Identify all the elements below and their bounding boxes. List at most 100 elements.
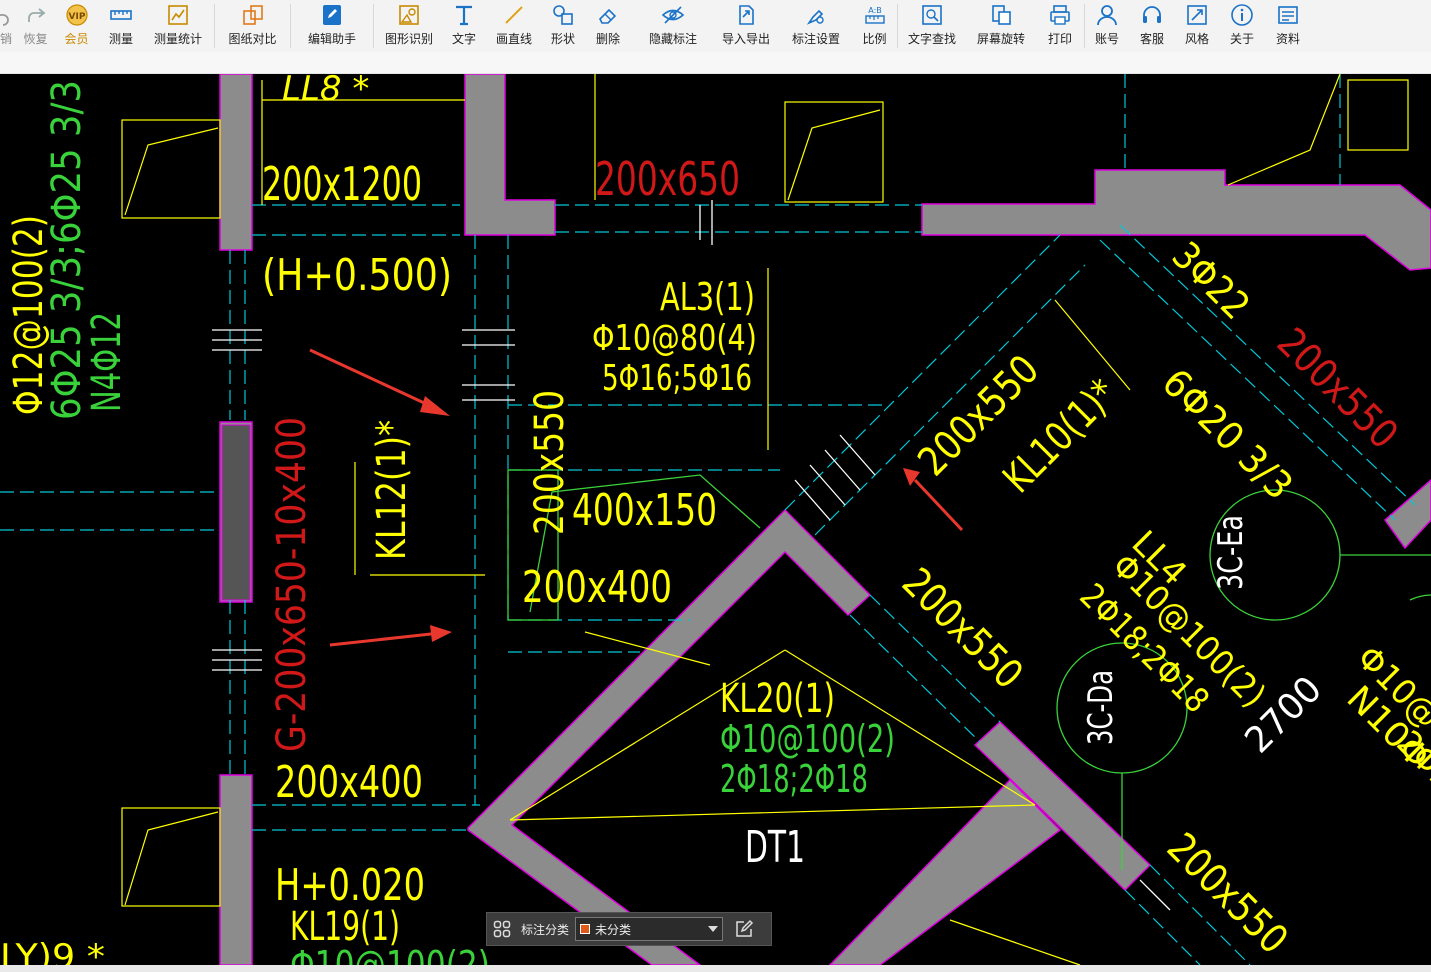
toolbar-service-button[interactable]: 客服 [1129,0,1175,52]
scale-icon: A:B [863,3,887,27]
toolbar-shape-recog-button[interactable]: 图形识别 [374,0,444,52]
toolbar-label: 隐藏标注 [648,32,697,46]
toolbar-text-button[interactable]: 文字 [444,0,484,52]
toolbar-label: 资料 [1275,32,1300,46]
toolbar-label: 形状 [550,32,575,46]
red-arrow-head [420,396,450,416]
label-n4: N4Φ12 [84,312,130,412]
toolbar-vip-button[interactable]: VIP 会员 [53,0,100,52]
wall [464,74,556,236]
toolbar-rotate-button[interactable]: 屏幕旋转 [966,0,1036,52]
label-kl20-stirrup: Φ10@100(2) [720,717,895,761]
toolbar-label: 会员 [64,32,89,46]
label-200x550-vertical: 200x550 [527,390,573,535]
toolbar-redo-button[interactable]: 恢复 [18,0,53,52]
shape-icon [551,3,575,27]
toolbar-label: 比例 [862,32,887,46]
opening-box [121,807,221,907]
label-elevation-h0500: (H+0.500) [262,250,452,301]
label-kl12: KL12(1)* [369,420,415,560]
toolbar-mark-settings-button[interactable]: 标注设置 [780,0,852,52]
bottom-edge [0,965,1431,972]
toolbar-label: 账号 [1094,32,1119,46]
opening-box [784,101,884,203]
label-6phi20: 6Φ20 3/3 [1154,360,1302,508]
toolbar-label: 测量 [108,32,133,46]
eraser-icon [596,3,620,27]
toolbar-label: 恢复 [23,32,48,46]
export-icon [734,3,758,27]
toolbar-label: 测量统计 [153,32,202,46]
toolbar-style-button[interactable]: 风格 [1175,0,1219,52]
toolbar-scale-button[interactable]: A:B 比例 [852,0,897,52]
toolbar-label: 销 [0,32,13,46]
toolbar-undo-button[interactable]: 销 [0,0,18,52]
toolbar-label: 图纸对比 [228,32,277,46]
edit-category-icon[interactable] [731,916,757,942]
ruler-icon [109,3,133,27]
label-200x1200: 200x1200 [262,157,422,211]
toolbar-label: 导入导出 [721,32,770,46]
column-circle [1409,594,1431,601]
toolbar-print-button[interactable]: 打印 [1036,0,1084,52]
label-al3: AL3(1) [660,275,755,319]
toolbar-line-button[interactable]: 画直线 [484,0,544,52]
outline-line [949,919,1081,966]
toolbar-account-button[interactable]: 账号 [1085,0,1129,52]
toolbar-label: 删除 [595,32,620,46]
toolbar-label: 关于 [1229,32,1254,46]
toolbar-about-button[interactable]: 关于 [1219,0,1265,52]
category-color-swatch [580,924,591,934]
label-ll8: LL8 * [282,74,369,109]
opening-box [121,119,221,219]
toolbar-measure-stats-button[interactable]: 测量统计 [142,0,214,52]
shape-recognition-icon [397,3,421,27]
category-label: 标注分类 [521,922,570,937]
toolbar-label: 图形识别 [384,32,433,46]
rotate-icon [989,3,1013,27]
label-200x400: 200x400 [522,562,672,613]
toolbar-compare-button[interactable]: 图纸对比 [215,0,290,52]
toolbar-label: 文字查找 [907,32,956,46]
toolbar-import-export-button[interactable]: 导入导出 [712,0,780,52]
line-icon [502,3,526,27]
chevron-down-icon [708,926,719,932]
wall [1383,479,1431,550]
grid-menu-icon[interactable] [487,913,517,945]
toolbar-hide-mark-button[interactable]: 隐藏标注 [634,0,712,52]
red-arrow-icon [329,631,441,647]
toolbar-shape-button[interactable]: 形状 [544,0,582,52]
toolbar-edit-assist-button[interactable]: 编辑助手 [291,0,373,52]
mark-settings-icon [804,3,828,27]
toolbar-sub-strip [0,52,1431,74]
opening-mark [124,127,219,216]
redo-icon [24,3,48,27]
vip-icon: VIP [65,3,89,27]
wall [219,74,253,251]
toolbar-label: 客服 [1139,32,1164,46]
toolbar-measure-button[interactable]: 测量 [100,0,142,52]
label-200x400-bottom: 200x400 [275,757,423,808]
toolbar-text-search-button[interactable]: 文字查找 [898,0,966,52]
label-200x650: 200x650 [595,152,740,206]
break-mark [1139,879,1171,911]
label-column-3c-ea: 3C-Ea [1211,515,1251,590]
label-kl20: KL20(1) [720,676,835,722]
toolbar-delete-button[interactable]: 删除 [582,0,634,52]
red-arrow-icon [913,478,964,532]
svg-text:A:B: A:B [868,6,882,15]
edit-assistant-icon [320,3,344,27]
opening-box [1347,79,1409,151]
toolbar-materials-button[interactable]: 资料 [1265,0,1311,52]
cad-drawing-canvas[interactable]: LL8 * 200x1200 (H+0.500) 200x650 AL3(1) … [0,74,1431,972]
category-selected-value: 未分类 [595,922,632,937]
category-select[interactable]: 未分类 [575,917,724,941]
red-arrow-icon [309,348,436,410]
break-mark [839,434,876,476]
opening-mark [1227,74,1341,186]
main-toolbar: 销恢复 VIP 会员 测量 测量统计 图纸对比 编辑助手 图形识别 文字 画直线 形状 删除 隐藏标注 导… [0,0,1431,52]
text-icon [452,3,476,27]
toolbar-label: 标注设置 [791,32,840,46]
break-mark [824,449,861,491]
print-icon [1048,3,1072,27]
